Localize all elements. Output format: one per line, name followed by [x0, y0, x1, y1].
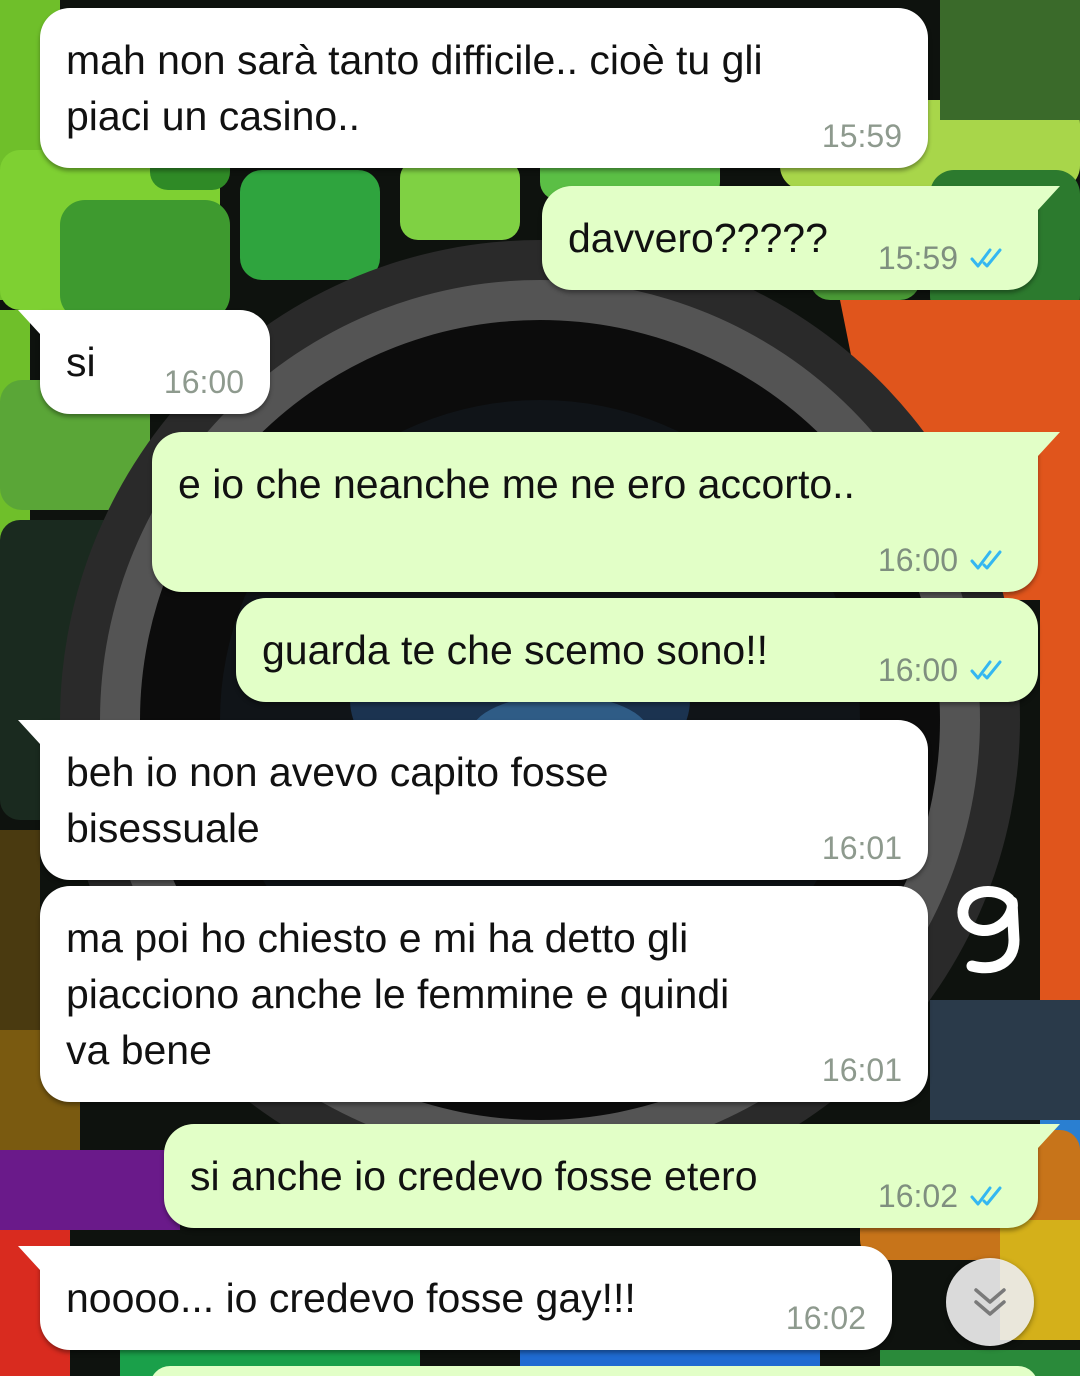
message-bubble-incoming[interactable]: si 16:00	[18, 310, 270, 414]
message-timestamp: 16:01	[821, 1052, 902, 1088]
message-text: ma poi ho chiesto e mi ha detto gli piac…	[66, 915, 730, 1073]
message-bubble-incoming[interactable]: beh io non avevo capito fosse bisessuale…	[18, 720, 928, 880]
double-check-icon	[970, 660, 1002, 680]
message-bubble-outgoing-partial	[150, 1366, 1038, 1376]
scroll-to-bottom-button[interactable]	[946, 1258, 1034, 1346]
chat-screen: mah non sarà tanto difficile.. cioè tu g…	[0, 0, 1080, 1376]
message-timestamp: 16:00	[163, 364, 244, 400]
message-meta: 16:01	[822, 828, 902, 868]
message-timestamp: 16:02	[877, 1178, 958, 1214]
message-text: si	[66, 339, 96, 385]
message-text: guarda te che scemo sono!!	[262, 627, 768, 673]
message-meta: 16:00	[878, 540, 1012, 580]
message-bubble-incoming[interactable]: ma poi ho chiesto e mi ha detto gli piac…	[40, 886, 928, 1102]
message-text: si anche io credevo fosse etero	[190, 1153, 758, 1199]
message-meta: 16:01	[822, 1050, 902, 1090]
message-text: noooo... io credevo fosse gay!!!	[66, 1275, 636, 1321]
message-bubble-incoming[interactable]: noooo... io credevo fosse gay!!! 16:02	[18, 1246, 892, 1350]
message-timestamp: 16:00	[877, 652, 958, 688]
message-text: e io che neanche me ne ero accorto..	[178, 461, 855, 507]
message-meta: 16:02	[786, 1298, 866, 1338]
message-bubble-outgoing[interactable]: e io che neanche me ne ero accorto.. 16:…	[152, 432, 1060, 592]
message-meta: 16:00	[878, 650, 1012, 690]
message-meta: 15:59	[822, 116, 902, 156]
message-text: davvero?????	[568, 215, 828, 261]
message-bubble-incoming[interactable]: mah non sarà tanto difficile.. cioè tu g…	[40, 8, 928, 168]
message-bubble-outgoing[interactable]: davvero????? 15:59	[542, 186, 1060, 290]
double-check-icon	[970, 1186, 1002, 1206]
message-text: beh io non avevo capito fosse bisessuale	[66, 749, 609, 851]
message-meta: 16:02	[878, 1176, 1012, 1216]
message-bubble-outgoing[interactable]: guarda te che scemo sono!! 16:00	[236, 598, 1038, 702]
message-meta: 16:00	[164, 362, 244, 402]
double-check-icon	[970, 550, 1002, 570]
message-timestamp: 16:01	[821, 830, 902, 866]
message-timestamp: 15:59	[877, 240, 958, 276]
double-chevron-down-icon	[974, 1288, 1006, 1316]
message-meta: 15:59	[878, 238, 1012, 278]
double-check-icon	[970, 248, 1002, 268]
message-timestamp: 16:00	[877, 542, 958, 578]
handwritten-number-annotation	[957, 886, 1020, 974]
message-bubble-outgoing[interactable]: si anche io credevo fosse etero 16:02	[164, 1124, 1060, 1228]
message-timestamp: 16:02	[785, 1300, 866, 1336]
message-text: mah non sarà tanto difficile.. cioè tu g…	[66, 37, 763, 139]
message-timestamp: 15:59	[821, 118, 902, 154]
